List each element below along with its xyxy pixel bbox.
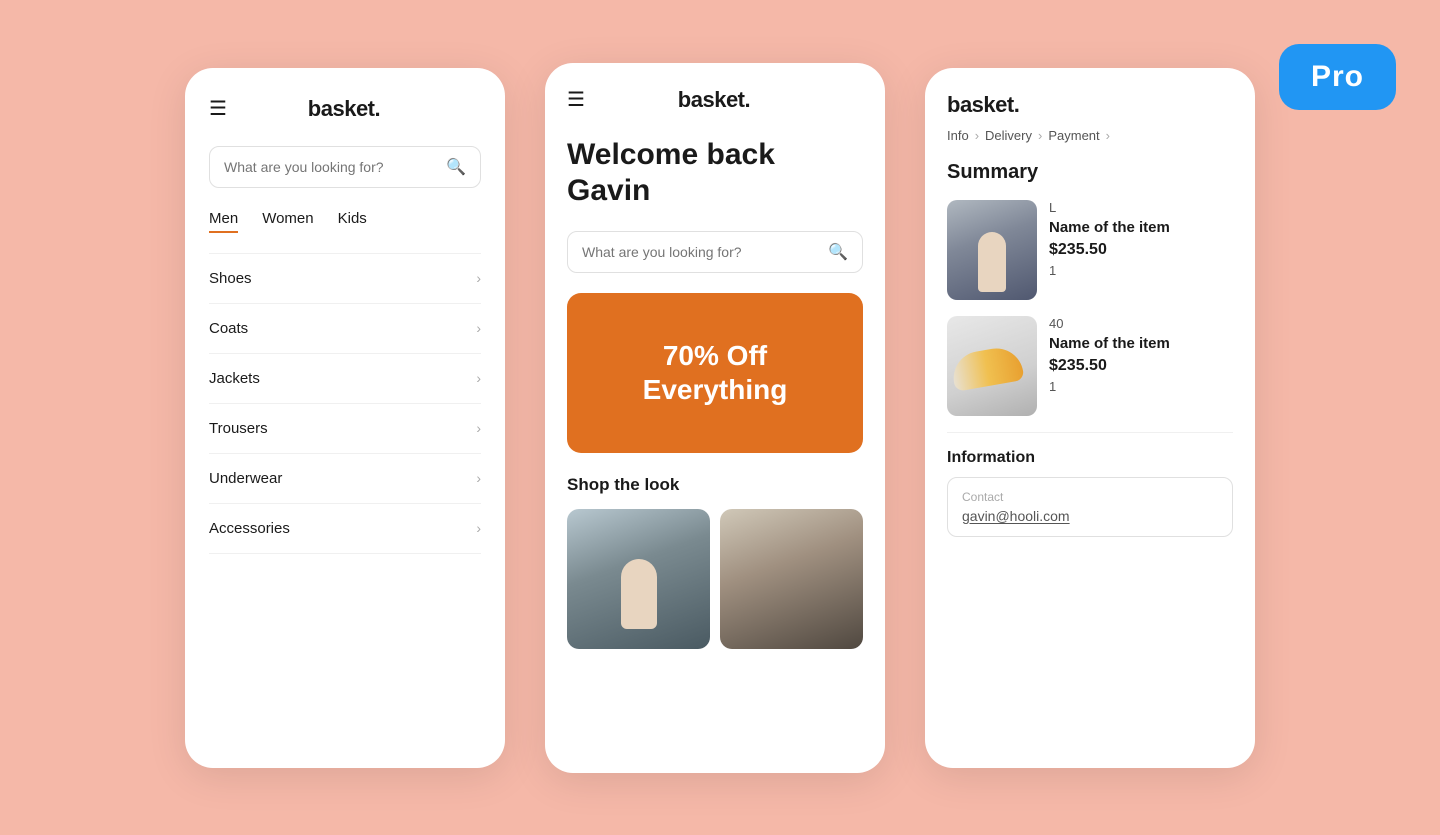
breadcrumb-sep-1: › bbox=[975, 128, 979, 143]
shop-look-label: Shop the look bbox=[567, 475, 863, 495]
order-details-1: L Name of the item $235.50 1 bbox=[1049, 200, 1233, 279]
breadcrumb: Info › Delivery › Payment › bbox=[947, 128, 1233, 143]
promo-banner: 70% OffEverything bbox=[567, 293, 863, 453]
tab-kids[interactable]: Kids bbox=[338, 210, 367, 233]
contact-info-box: Contact gavin@hooli.com bbox=[947, 477, 1233, 537]
look-images-grid bbox=[567, 509, 863, 649]
brand-logo-2: basket. bbox=[678, 87, 750, 113]
category-jackets[interactable]: Jackets › bbox=[209, 354, 481, 404]
tab-women[interactable]: Women bbox=[262, 210, 313, 233]
phone3-header: basket. bbox=[947, 92, 1233, 118]
order-item-1: L Name of the item $235.50 1 bbox=[947, 200, 1233, 300]
order-size-2: 40 bbox=[1049, 316, 1233, 331]
phone1-header: ☰ basket. bbox=[209, 96, 481, 122]
order-qty-1: 1 bbox=[1049, 263, 1233, 278]
chevron-icon-accessories: › bbox=[476, 520, 481, 536]
category-underwear[interactable]: Underwear › bbox=[209, 454, 481, 504]
order-price-1: $235.50 bbox=[1049, 241, 1233, 259]
search-input-2[interactable] bbox=[582, 244, 820, 260]
hamburger-icon-2[interactable]: ☰ bbox=[567, 87, 585, 112]
breadcrumb-sep-3: › bbox=[1106, 128, 1110, 143]
category-shoes[interactable]: Shoes › bbox=[209, 253, 481, 304]
order-size-1: L bbox=[1049, 200, 1233, 215]
phone-checkout-screen: basket. Info › Delivery › Payment › Summ… bbox=[925, 68, 1255, 768]
tab-men[interactable]: Men bbox=[209, 210, 238, 233]
breadcrumb-payment[interactable]: Payment bbox=[1048, 128, 1099, 143]
chevron-icon-shoes: › bbox=[476, 270, 481, 286]
chevron-icon-jackets: › bbox=[476, 370, 481, 386]
hamburger-icon[interactable]: ☰ bbox=[209, 96, 227, 121]
category-coats[interactable]: Coats › bbox=[209, 304, 481, 354]
category-accessories[interactable]: Accessories › bbox=[209, 504, 481, 554]
phone-category-screen: ☰ basket. 🔍 Men Women Kids Shoes › Coats… bbox=[185, 68, 505, 768]
order-item-2: 40 Name of the item $235.50 1 bbox=[947, 316, 1233, 416]
search-input-1[interactable] bbox=[224, 159, 438, 175]
look-image-2[interactable] bbox=[720, 509, 863, 649]
order-name-2: Name of the item bbox=[1049, 334, 1233, 354]
contact-label: Contact bbox=[962, 490, 1218, 504]
order-price-2: $235.50 bbox=[1049, 357, 1233, 375]
chevron-icon-coats: › bbox=[476, 320, 481, 336]
breadcrumb-info[interactable]: Info bbox=[947, 128, 969, 143]
search-icon-1[interactable]: 🔍 bbox=[446, 157, 466, 177]
category-tabs: Men Women Kids bbox=[209, 210, 481, 233]
order-name-1: Name of the item bbox=[1049, 218, 1233, 238]
search-icon-2[interactable]: 🔍 bbox=[828, 242, 848, 262]
search-bar-1: 🔍 bbox=[209, 146, 481, 188]
order-details-2: 40 Name of the item $235.50 1 bbox=[1049, 316, 1233, 395]
order-image-1 bbox=[947, 200, 1037, 300]
pro-badge-label: Pro bbox=[1311, 60, 1364, 93]
phone-home-screen: ☰ basket. Welcome backGavin 🔍 70% OffEve… bbox=[545, 63, 885, 773]
category-list: Shoes › Coats › Jackets › Trousers › Und… bbox=[209, 253, 481, 554]
category-trousers[interactable]: Trousers › bbox=[209, 404, 481, 454]
order-image-2 bbox=[947, 316, 1037, 416]
order-qty-2: 1 bbox=[1049, 379, 1233, 394]
welcome-text: Welcome backGavin bbox=[567, 137, 863, 209]
chevron-icon-trousers: › bbox=[476, 420, 481, 436]
brand-logo-1: basket. bbox=[308, 96, 380, 122]
chevron-icon-underwear: › bbox=[476, 470, 481, 486]
breadcrumb-delivery[interactable]: Delivery bbox=[985, 128, 1032, 143]
look-image-1[interactable] bbox=[567, 509, 710, 649]
information-label: Information bbox=[947, 449, 1233, 467]
phone2-header: ☰ basket. bbox=[567, 87, 863, 113]
contact-value: gavin@hooli.com bbox=[962, 508, 1218, 524]
search-bar-2: 🔍 bbox=[567, 231, 863, 273]
section-divider bbox=[947, 432, 1233, 433]
breadcrumb-sep-2: › bbox=[1038, 128, 1042, 143]
summary-title: Summary bbox=[947, 161, 1233, 184]
pro-badge: Pro bbox=[1279, 44, 1396, 110]
promo-text: 70% OffEverything bbox=[643, 339, 788, 406]
brand-logo-3: basket. bbox=[947, 92, 1019, 118]
